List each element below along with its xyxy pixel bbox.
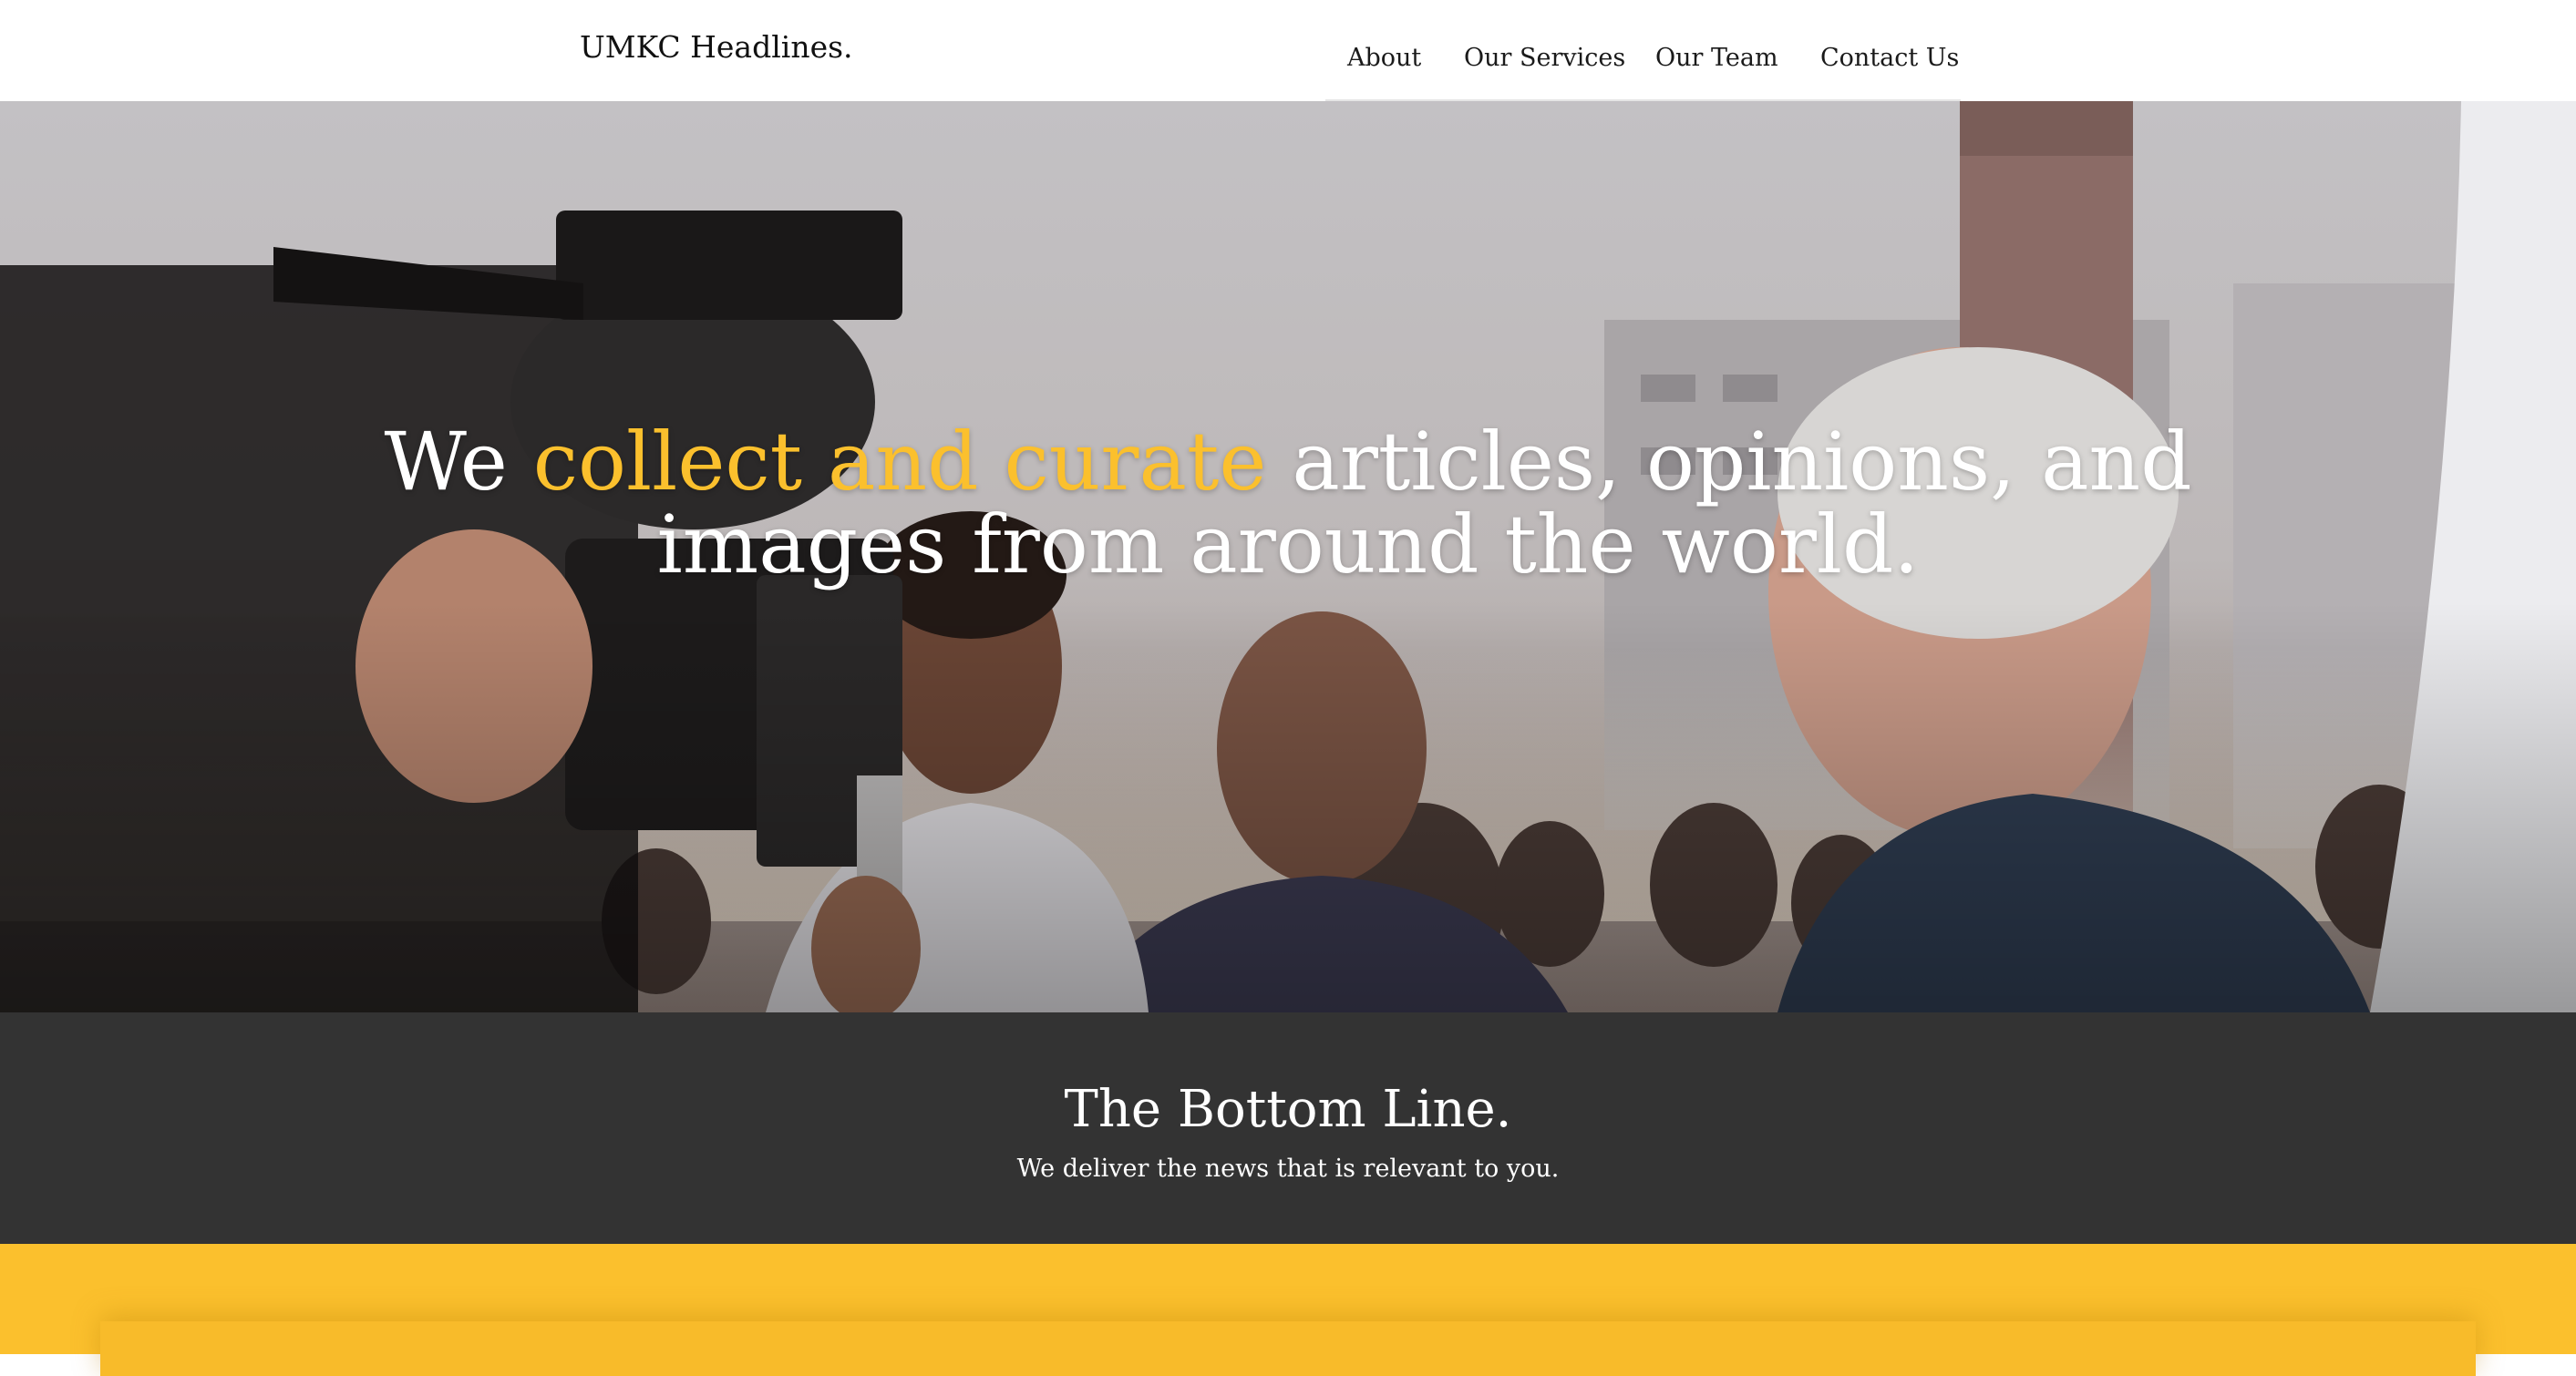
- headline-highlight: collect and curate: [532, 415, 1267, 508]
- site-header: UMKC Headlines. About Our Services Our T…: [0, 0, 2576, 101]
- bottom-line-section: The Bottom Line. We deliver the news tha…: [0, 1012, 2576, 1244]
- main-nav: About Our Services Our Team Contact Us: [1325, 0, 1961, 101]
- section-title: The Bottom Line.: [1064, 1080, 1512, 1139]
- yellow-feature-band: [0, 1244, 2576, 1376]
- hero-section: We collect and curate articles, opinions…: [0, 101, 2576, 1012]
- feature-card: [100, 1321, 2476, 1376]
- site-logo[interactable]: UMKC Headlines.: [580, 29, 853, 65]
- hero-headline: We collect and curate articles, opinions…: [376, 420, 2200, 586]
- nav-team-link[interactable]: Our Team: [1655, 44, 1778, 72]
- nav-contact-link[interactable]: Contact Us: [1820, 44, 1959, 72]
- section-subtitle: We deliver the news that is relevant to …: [1016, 1155, 1560, 1183]
- headline-lead: We: [384, 415, 533, 508]
- nav-services-link[interactable]: Our Services: [1464, 44, 1625, 72]
- nav-about-link[interactable]: About: [1347, 44, 1421, 72]
